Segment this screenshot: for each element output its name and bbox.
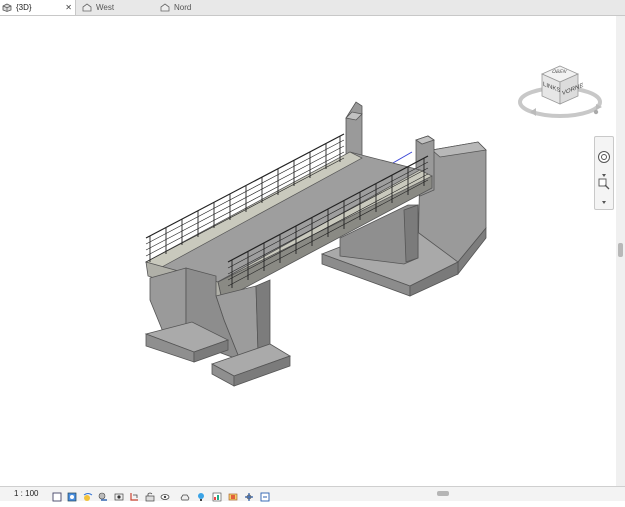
show-crop-icon[interactable] <box>129 489 139 501</box>
visual-style-icon[interactable] <box>67 489 77 502</box>
crop-view-icon[interactable] <box>114 489 124 501</box>
horizontal-scroll-thumb[interactable] <box>437 491 449 496</box>
worksharing-icon[interactable] <box>196 489 206 501</box>
elevation-icon <box>82 3 92 12</box>
analysis-icon[interactable] <box>212 489 222 502</box>
viewcube[interactable]: OBEN LINKS VORNE <box>516 62 606 124</box>
constraints-icon[interactable] <box>244 489 254 501</box>
3d-viewport[interactable]: OBEN LINKS VORNE <box>0 16 625 484</box>
view-scale[interactable]: 1 : 100 <box>14 489 38 498</box>
viewcube-top-label[interactable]: OBEN <box>551 69 567 75</box>
reveal-constraints-icon[interactable] <box>260 489 270 502</box>
elevation-icon <box>160 3 170 12</box>
chevron-down-icon[interactable] <box>597 193 611 204</box>
chevron-down-icon[interactable] <box>597 166 611 177</box>
navigation-bar <box>594 136 614 210</box>
unlock-3d-icon[interactable] <box>145 489 155 502</box>
tab-west[interactable]: West <box>80 0 154 15</box>
steering-wheel-icon[interactable] <box>597 150 611 164</box>
vertical-scroll-thumb[interactable] <box>618 243 623 257</box>
view-tab-bar: {3D} ✕ West Nord <box>0 0 625 16</box>
temporary-hide-icon[interactable] <box>160 489 170 500</box>
horizontal-scrollbar[interactable] <box>285 488 615 498</box>
shadows-icon[interactable] <box>98 489 108 501</box>
close-icon[interactable]: ✕ <box>65 3 72 12</box>
reveal-hidden-icon[interactable] <box>180 489 190 501</box>
tab-label: Nord <box>174 3 192 12</box>
zoom-icon[interactable] <box>597 177 611 191</box>
tab-label: West <box>96 3 115 12</box>
tab-3d[interactable]: {3D} ✕ <box>0 0 76 15</box>
tab-label: {3D} <box>16 3 32 12</box>
highlight-displacement-icon[interactable] <box>228 489 238 501</box>
sun-path-icon[interactable] <box>83 489 93 501</box>
tab-nord[interactable]: Nord <box>158 0 232 15</box>
detail-level-icon[interactable] <box>52 489 62 502</box>
3d-view-icon <box>2 3 12 12</box>
